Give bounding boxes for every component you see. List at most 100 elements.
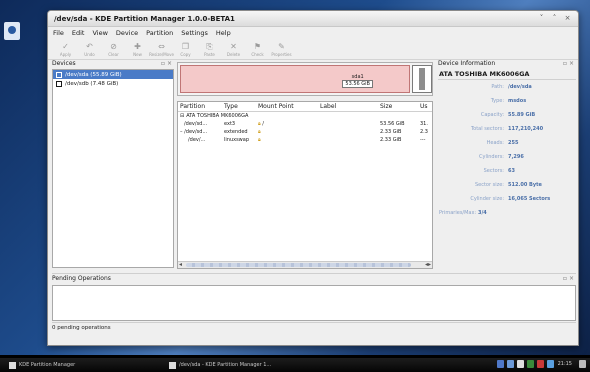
apply-icon: ✓ xyxy=(62,42,69,51)
partition-map: sda1 53.56 GiB xyxy=(177,62,433,96)
scroll-right-icon[interactable]: ◂▸ xyxy=(425,261,431,268)
pane-float-close-icon[interactable]: ▫× xyxy=(563,60,576,67)
device-item-sdb[interactable]: /dev/sdb (7.48 GiB) xyxy=(53,79,173,88)
table-row[interactable]: – /dev/sd... extended 🔒︎ 2.33 GiB 2.3 xyxy=(178,128,432,136)
info-row-path: Path:/dev/sda xyxy=(491,84,532,90)
resize-move-button[interactable]: ⇔ Resize/Move xyxy=(149,42,174,57)
menu-file[interactable]: File xyxy=(53,29,64,37)
paste-button[interactable]: ⎘ Paste xyxy=(198,42,221,57)
lock-icon: 🔒︎ xyxy=(258,137,261,143)
pane-float-close-icon[interactable]: ▫× xyxy=(563,275,576,282)
info-row-cylinders: Cylinders: 7,296 xyxy=(479,154,524,160)
menu-settings[interactable]: Settings xyxy=(181,29,208,37)
apply-button[interactable]: ✓ Apply xyxy=(54,42,77,57)
delete-button[interactable]: ✕ Delete xyxy=(222,42,245,57)
new-icon: ✚ xyxy=(134,42,141,51)
window-title: /dev/sda - KDE Partition Manager 1.0.0-B… xyxy=(54,14,235,23)
show-desktop-icon[interactable] xyxy=(579,360,586,368)
col-used[interactable]: Us xyxy=(418,103,432,110)
col-mount-point[interactable]: Mount Point xyxy=(256,103,318,110)
partition-block-extended[interactable] xyxy=(412,65,432,93)
minimize-button[interactable]: ˅ xyxy=(537,14,546,23)
table-header: Partition Type Mount Point Label Size Us xyxy=(178,102,432,112)
clear-icon: ⊘ xyxy=(110,42,117,51)
title-bar[interactable]: /dev/sda - KDE Partition Manager 1.0.0-B… xyxy=(48,11,578,27)
copy-button[interactable]: ❐ Copy xyxy=(174,42,197,57)
menu-device[interactable]: Device xyxy=(116,29,138,37)
device-info-header: Device Information ▫× xyxy=(438,58,576,68)
info-row-primaries-max: Primaries/Max: 3/4 xyxy=(439,210,487,216)
col-label[interactable]: Label xyxy=(318,103,378,110)
menu-edit[interactable]: Edit xyxy=(72,29,85,37)
partition-block-sda1[interactable]: sda1 53.56 GiB xyxy=(180,65,410,93)
table-row[interactable]: /dev/... linuxswap 🔒︎ 2.33 GiB --- xyxy=(178,136,432,144)
partition-table: Partition Type Mount Point Label Size Us… xyxy=(177,101,433,269)
main-window: /dev/sda - KDE Partition Manager 1.0.0-B… xyxy=(47,10,579,346)
task-dev-sda[interactable]: /dev/sda - KDE Partition Manager 1... xyxy=(166,360,346,370)
network-icon[interactable] xyxy=(496,360,504,368)
maximize-button[interactable]: ˄ xyxy=(550,14,559,23)
resize-move-icon: ⇔ xyxy=(158,42,165,51)
harddisk-icon xyxy=(56,71,62,78)
info-row-total-sectors: Total sectors: 117,210,240 xyxy=(470,126,544,132)
horizontal-scrollbar[interactable]: ◂ ◂▸ xyxy=(178,261,432,268)
col-type[interactable]: Type xyxy=(222,103,256,110)
table-row[interactable]: /dev/sd... ext3 🔒︎ / 53.56 GiB 31. xyxy=(178,120,432,128)
lock-icon: 🔒︎ xyxy=(258,129,261,135)
paste-icon: ⎘ xyxy=(206,42,213,51)
pending-title: Pending Operations xyxy=(52,275,111,282)
device-name: ATA TOSHIBA MK6006GA xyxy=(438,68,576,80)
app-icon xyxy=(9,361,16,369)
devices-pane: Devices ▫× /dev/sda (55.89 GiB) /dev/sdb… xyxy=(52,58,174,268)
pane-float-close-icon[interactable]: ▫× xyxy=(161,60,174,67)
check-button[interactable]: ⚑ Check xyxy=(246,42,269,57)
clear-button[interactable]: ⊘ Clear xyxy=(102,42,125,57)
properties-icon: ✎ xyxy=(278,42,285,51)
volume-icon[interactable] xyxy=(546,360,554,368)
desktop-icon[interactable] xyxy=(4,22,20,40)
col-size[interactable]: Size xyxy=(378,103,418,110)
info-row-capacity: Capacity: 55.89 GiB xyxy=(480,112,536,118)
copy-icon: ❐ xyxy=(181,42,190,51)
pending-operations-pane: Pending Operations ▫× 0 pending operatio… xyxy=(52,273,576,335)
device-item-sda[interactable]: /dev/sda (55.89 GiB) xyxy=(53,70,173,79)
info-row-type: Type: msdos xyxy=(490,98,527,104)
undo-button[interactable]: ↶ Undo xyxy=(78,42,101,57)
clock[interactable]: 21:15 xyxy=(558,361,572,367)
device-info-pane: Device Information ▫× ATA TOSHIBA MK6006… xyxy=(438,58,576,268)
harddisk-icon xyxy=(56,80,62,87)
devices-title: Devices xyxy=(52,59,76,67)
lock-icon: 🔒︎ xyxy=(258,121,261,127)
scrollbar-thumb[interactable] xyxy=(186,263,411,267)
taskbar: KDE Partition Manager /dev/sda - KDE Par… xyxy=(0,358,590,372)
delete-icon: ✕ xyxy=(230,42,237,51)
properties-button[interactable]: ✎ Properties xyxy=(270,42,293,57)
pending-operations-list xyxy=(52,285,576,321)
clipboard-icon[interactable] xyxy=(516,360,524,368)
new-button[interactable]: ✚ New xyxy=(126,42,149,57)
menu-view[interactable]: View xyxy=(92,29,107,37)
device-info-title: Device Information xyxy=(438,59,496,67)
scroll-left-icon[interactable]: ◂ xyxy=(179,261,182,268)
task-kde-partition-manager[interactable]: KDE Partition Manager xyxy=(6,360,136,370)
menu-help[interactable]: Help xyxy=(216,29,231,37)
status-bar: 0 pending operations xyxy=(52,325,111,331)
devices-list: /dev/sda (55.89 GiB) /dev/sdb (7.48 GiB) xyxy=(52,69,174,268)
info-row-cylinder-size: Cylinder size: 16,065 Sectors xyxy=(470,196,551,202)
menu-partition[interactable]: Partition xyxy=(146,29,173,37)
app-icon xyxy=(169,361,176,369)
close-button[interactable]: × xyxy=(563,14,572,23)
display-icon[interactable] xyxy=(506,360,514,368)
info-row-sectors: Sectors: 63 xyxy=(483,168,515,174)
system-tray: 21:15 xyxy=(494,360,586,368)
status-separator xyxy=(52,322,576,323)
col-partition[interactable]: Partition xyxy=(178,103,222,110)
undo-icon: ↶ xyxy=(86,42,93,51)
info-row-sector-size: Sector size: 512.00 Byte xyxy=(474,182,542,188)
alert-icon[interactable] xyxy=(536,360,544,368)
partition-view: sda1 53.56 GiB Partition Type Mount Poin… xyxy=(177,62,433,269)
table-row-device[interactable]: ⊟ ATA TOSHIBA MK6006GA xyxy=(178,112,432,120)
devices-header: Devices ▫× xyxy=(52,58,174,68)
toolbar: ✓ Apply ↶ Undo ⊘ Clear ✚ New ⇔ Resize/Move ❐ C… xyxy=(48,38,578,60)
update-icon[interactable] xyxy=(526,360,534,368)
